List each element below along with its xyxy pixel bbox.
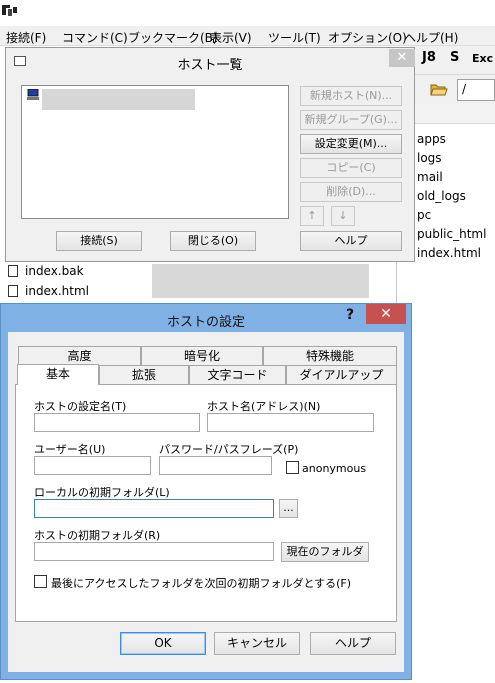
tab-basic[interactable]: 基本 (17, 364, 99, 385)
move-up-button[interactable]: ↑ (300, 206, 324, 226)
current-folder-button[interactable]: 現在のフォルダ (281, 542, 369, 562)
host-folder-field[interactable] (34, 542, 274, 561)
ffftp-app-icon (2, 5, 17, 16)
setting-name-field[interactable] (34, 413, 200, 432)
host-list-titlebar[interactable]: ホスト一覧 ✕ (6, 48, 415, 74)
tab-advanced[interactable]: 高度 (18, 346, 141, 365)
host-settings-dialog: ホストの設定 ? ✕ 高度 暗号化 特殊機能 基本 拡張 文字コード ダイアルア… (0, 303, 412, 680)
host-list-dialog: ホスト一覧 ✕ 新規ホスト(N)... 新規グループ(G)... 設定変更(M)… (5, 47, 415, 262)
setting-name-label: ホストの設定名(T) (34, 400, 127, 413)
help-icon[interactable]: ? (346, 307, 354, 323)
tab-dialup[interactable]: ダイアルアップ (286, 365, 397, 384)
menu-connect[interactable]: 接続(F) (6, 29, 46, 46)
settings-help-button[interactable]: ヘルプ (310, 632, 396, 655)
menu-tools[interactable]: ツール(T) (268, 29, 321, 46)
tab-extended[interactable]: 拡張 (99, 365, 189, 384)
remote-path-input[interactable]: / (457, 79, 495, 101)
host-list-close-button[interactable]: ✕ (389, 49, 415, 67)
delete-button[interactable]: 削除(D)... (300, 182, 402, 202)
menu-bar: 接続(F) コマンド(C) ブックマーク(B) 表示(V) ツール(T) オプシ… (0, 26, 495, 46)
menu-command[interactable]: コマンド(C) (62, 29, 128, 46)
close-button[interactable]: 閉じる(O) (170, 231, 256, 251)
ok-button[interactable]: OK (120, 632, 206, 655)
toolbar: J8 S Exc (410, 46, 495, 74)
user-name-field[interactable] (34, 456, 151, 475)
host-name-field[interactable] (207, 413, 374, 432)
menu-view[interactable]: 表示(V) (210, 29, 252, 46)
remote-file-item[interactable]: index.html (417, 246, 481, 260)
cancel-button[interactable]: キャンセル (214, 632, 300, 655)
settings-close-button[interactable]: ✕ (366, 304, 406, 324)
remote-file-item[interactable]: pc (417, 208, 431, 222)
tab-special[interactable]: 特殊機能 (263, 346, 397, 365)
host-name-label: ホスト名(アドレス)(N) (207, 400, 321, 413)
exc-button[interactable]: Exc (472, 52, 493, 72)
local-folder-field[interactable] (34, 499, 274, 518)
password-field[interactable] (159, 456, 272, 475)
tab-charcode[interactable]: 文字コード (189, 365, 286, 384)
password-label: パスワード/パスフレーズ(P) (159, 443, 299, 456)
local-file-item[interactable]: index.html (8, 284, 89, 298)
user-name-label: ユーザー名(U) (34, 443, 106, 456)
remote-file-item[interactable]: mail (417, 170, 443, 184)
connect-button[interactable]: 接続(S) (56, 231, 142, 251)
help-button[interactable]: ヘルプ (300, 231, 402, 251)
local-folder-label: ローカルの初期フォルダ(L) (34, 486, 170, 499)
open-folder-icon[interactable] (430, 81, 448, 97)
remote-file-item[interactable]: apps (417, 132, 446, 146)
menu-bookmark[interactable]: ブックマーク(B) (128, 29, 218, 46)
last-folder-checkbox[interactable] (34, 575, 47, 588)
settings-titlebar[interactable]: ホストの設定 ? ✕ (1, 304, 411, 332)
file-icon (8, 285, 18, 297)
local-file-name: index.bak (25, 264, 84, 278)
last-folder-label: 最後にアクセスしたフォルダを次回の初期フォルダとする(F) (51, 577, 352, 590)
host-listbox[interactable] (21, 85, 289, 219)
anonymous-checkbox[interactable] (286, 461, 299, 474)
local-file-name: index.html (25, 284, 89, 298)
remote-file-item[interactable]: public_html (417, 227, 486, 241)
tab-encryption[interactable]: 暗号化 (141, 346, 263, 365)
new-group-button[interactable]: 新規グループ(G)... (300, 110, 402, 130)
sjis-button[interactable]: S (450, 50, 459, 70)
remote-file-item[interactable]: logs (417, 151, 442, 165)
host-list-title: ホスト一覧 (177, 58, 243, 73)
computer-icon (27, 89, 39, 100)
anonymous-label: anonymous (302, 462, 367, 475)
remote-file-item[interactable]: old_logs (417, 189, 466, 203)
menu-help[interactable]: ヘルプ(H) (404, 29, 458, 46)
remote-toolbar: / (410, 74, 495, 104)
redacted-area (152, 264, 369, 298)
menu-options[interactable]: オプション(O) (328, 29, 407, 46)
new-host-button[interactable]: 新規ホスト(N)... (300, 86, 402, 106)
local-file-item[interactable]: index.bak (8, 264, 84, 278)
basic-tab-panel: ホストの設定名(T) ホスト名(アドレス)(N) ユーザー名(U) パスワード/… (15, 384, 397, 622)
host-folder-label: ホストの初期フォルダ(R) (34, 529, 161, 542)
move-down-button[interactable]: ↓ (331, 206, 355, 226)
edit-settings-button[interactable]: 設定変更(M)... (300, 134, 402, 154)
settings-client-area: 高度 暗号化 特殊機能 基本 拡張 文字コード ダイアルアップ ホストの設定名(… (8, 332, 404, 672)
browse-local-button[interactable]: ... (279, 499, 298, 518)
jis-button[interactable]: J8 (422, 50, 436, 70)
file-icon (8, 265, 18, 277)
host-entry[interactable] (42, 89, 195, 110)
copy-button[interactable]: コピー(C) (300, 158, 402, 178)
